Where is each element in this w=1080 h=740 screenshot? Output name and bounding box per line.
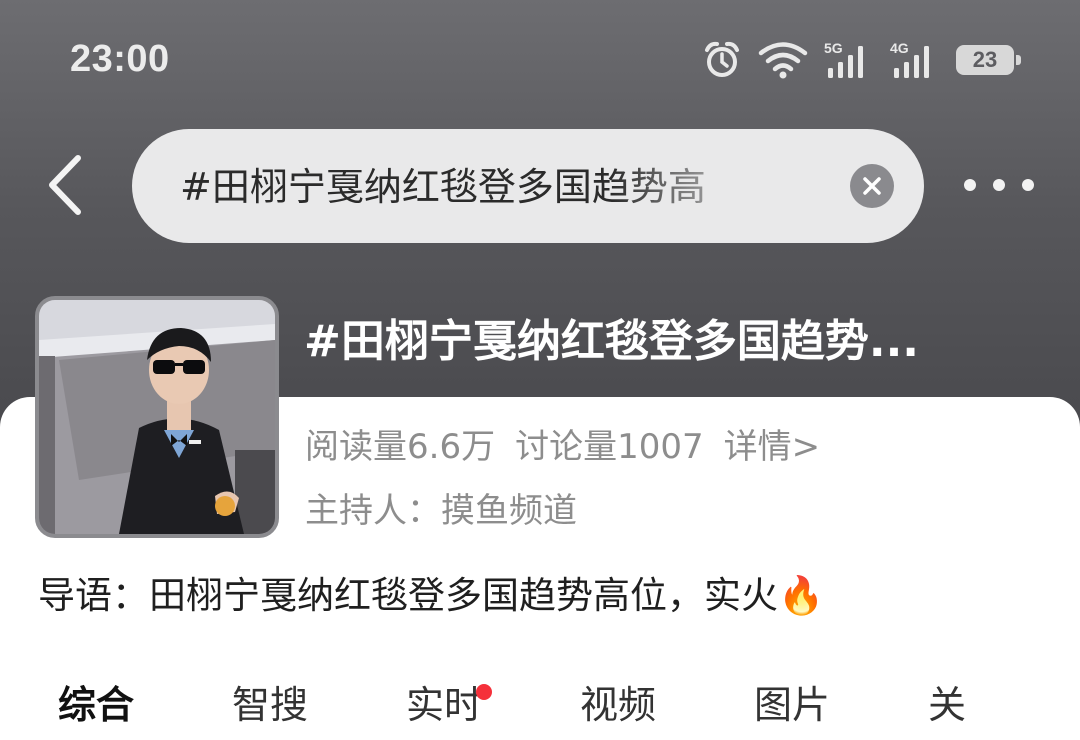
status-icons: 5G 4G 23 — [702, 40, 1021, 80]
wifi-icon — [758, 42, 808, 79]
status-time: 23:00 — [70, 38, 170, 80]
signal-4g-label: 4G — [890, 40, 909, 56]
topic-thumbnail[interactable] — [35, 296, 279, 538]
topic-stats: 阅读量6.6万 讨论量1007 详情> — [305, 423, 840, 471]
tab-images[interactable]: 图片 — [754, 680, 830, 730]
more-dots-icon — [1022, 179, 1034, 191]
host-label: 主持人： — [305, 491, 441, 531]
tab-smart-search[interactable]: 智搜 — [232, 680, 308, 730]
topic-title: #田栩宁戛纳红毯登多国趋势... — [304, 316, 920, 367]
tab-video[interactable]: 视频 — [580, 680, 656, 730]
details-link[interactable]: 详情> — [724, 427, 821, 467]
alarm-icon — [705, 41, 739, 77]
search-result-tabs: 综合 智搜 实时 视频 图片 关 — [0, 680, 1080, 740]
more-options-button[interactable] — [964, 172, 1034, 198]
chevron-left-icon — [49, 155, 81, 215]
new-content-dot — [476, 684, 493, 700]
read-count: 阅读量6.6万 — [305, 427, 496, 467]
battery-indicator: 23 — [956, 45, 1021, 75]
tab-comprehensive[interactable]: 综合 — [58, 680, 134, 730]
more-dots-icon — [964, 179, 976, 191]
topic-host: 主持人：摸鱼频道 — [305, 487, 577, 535]
close-icon — [863, 177, 881, 195]
tab-follow[interactable]: 关 — [928, 680, 966, 730]
host-name-link[interactable]: 摸鱼频道 — [441, 491, 577, 531]
search-bar[interactable]: #田栩宁戛纳红毯登多国趋势高 — [132, 129, 924, 243]
search-query-text[interactable]: #田栩宁戛纳红毯登多国趋势高 — [180, 161, 780, 213]
back-button[interactable] — [40, 150, 96, 220]
discussion-count: 讨论量1007 — [515, 427, 704, 467]
signal-5g-label: 5G — [824, 40, 843, 56]
tab-realtime[interactable]: 实时 — [406, 680, 493, 730]
signal-4g-icon: 4G — [890, 40, 929, 78]
topic-intro: 导语：田栩宁戛纳红毯登多国趋势高位，实火🔥 — [38, 574, 825, 617]
signal-5g-icon: 5G — [824, 40, 863, 78]
topic-thumbnail-image — [39, 300, 275, 534]
more-dots-icon — [993, 179, 1005, 191]
tab-realtime-label: 实时 — [406, 683, 483, 727]
clear-search-button[interactable] — [850, 164, 894, 208]
